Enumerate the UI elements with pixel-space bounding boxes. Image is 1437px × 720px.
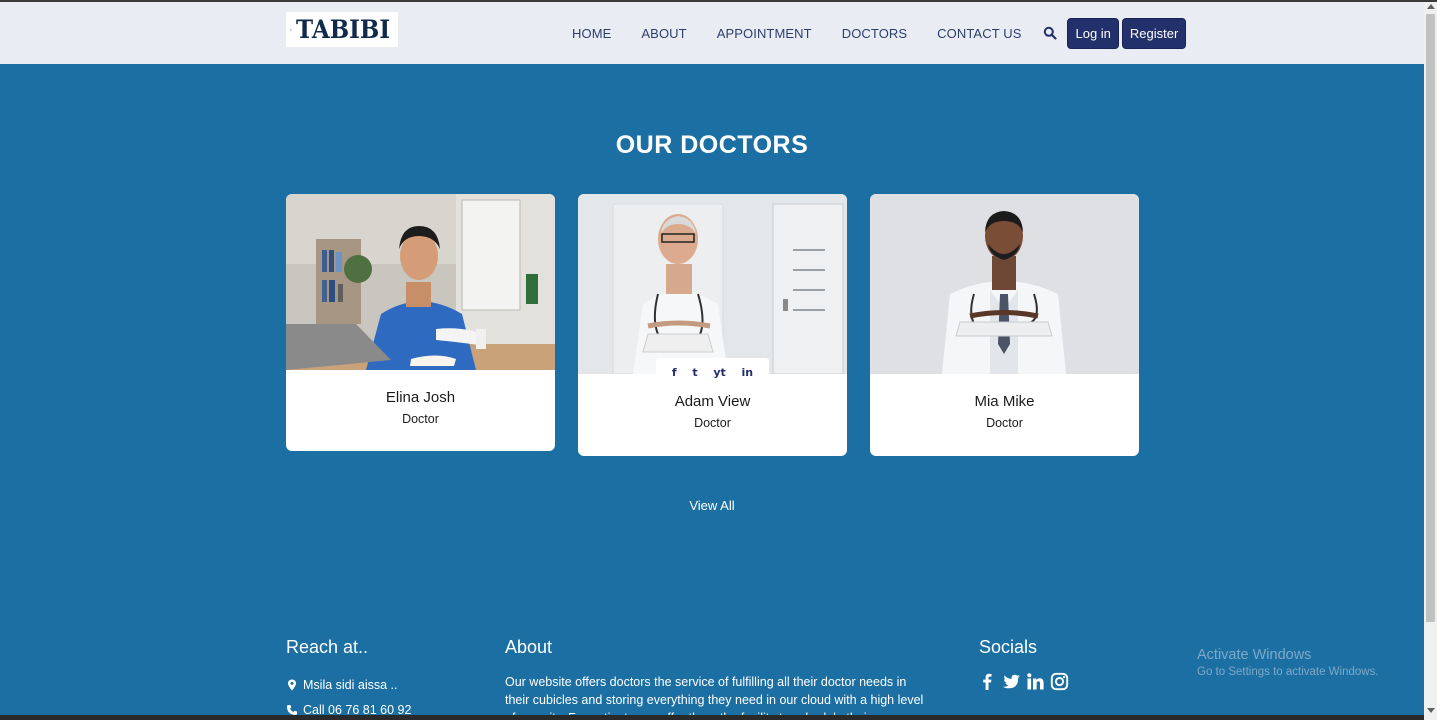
doctor-role: Doctor xyxy=(402,412,439,426)
stethoscope-icon xyxy=(290,28,292,31)
taskbar-edge xyxy=(0,715,1424,720)
watermark-line-1: Activate Windows xyxy=(1197,647,1312,663)
footer-reach-title: Reach at.. xyxy=(286,637,369,657)
nav-appointment[interactable]: APPOINTMENT xyxy=(717,26,812,41)
footer-social-icons xyxy=(978,672,1069,691)
footer-about-text: Our website offers doctors the service o… xyxy=(505,675,924,720)
view-all-link[interactable]: View All xyxy=(0,498,1424,513)
youtube-icon[interactable]: yt xyxy=(713,366,725,379)
doctor-photo xyxy=(870,194,1139,374)
instagram-icon[interactable] xyxy=(1050,672,1069,691)
vertical-scrollbar[interactable] xyxy=(1424,2,1437,720)
nav-home[interactable]: HOME xyxy=(572,26,611,41)
windows-activation-watermark: Activate Windows Go to Settings to activ… xyxy=(1197,647,1379,678)
watermark-line-2: Go to Settings to activate Windows. xyxy=(1197,666,1379,678)
footer-about-title: About xyxy=(505,637,553,657)
footer-address-text: Msila sidi aissa .. xyxy=(303,678,398,692)
nav-contact-us[interactable]: CONTACT US xyxy=(937,26,1021,41)
facebook-icon[interactable] xyxy=(978,672,997,691)
scroll-up-arrow-icon[interactable] xyxy=(1427,4,1435,9)
footer-socials-title: Socials xyxy=(979,637,1038,657)
doctor-card[interactable]: f t yt in Adam View Doctor xyxy=(578,194,847,456)
section-title: OUR DOCTORS xyxy=(615,131,809,159)
brand-logo[interactable]: TABIBI xyxy=(286,12,398,47)
doctor-name: Elina Josh xyxy=(385,389,456,406)
linkedin-icon[interactable] xyxy=(1026,672,1045,691)
doctor-role: Doctor xyxy=(694,416,731,430)
doctor-photo xyxy=(286,194,555,370)
doctor-card[interactable]: Elina Josh Doctor xyxy=(286,194,555,451)
site-header: TABIBI HOME ABOUT APPOINTMENT DOCTORS CO… xyxy=(0,2,1424,64)
nav-doctors[interactable]: DOCTORS xyxy=(842,26,907,41)
linkedin-icon[interactable]: in xyxy=(742,366,754,379)
doctor-name: Mia Mike xyxy=(974,393,1035,410)
doctor-card[interactable]: Mia Mike Doctor xyxy=(870,194,1139,456)
doctor-name: Adam View xyxy=(674,393,751,410)
nav-about[interactable]: ABOUT xyxy=(641,26,686,41)
login-button[interactable]: Log in xyxy=(1067,17,1119,49)
search-icon[interactable] xyxy=(1043,26,1058,40)
twitter-icon[interactable]: t xyxy=(692,366,697,379)
map-marker-icon xyxy=(288,679,296,691)
twitter-icon[interactable] xyxy=(1002,672,1021,691)
scrollbar-thumb[interactable] xyxy=(1426,14,1435,622)
footer-address: Msila sidi aissa .. xyxy=(286,678,397,692)
brand-name: TABIBI xyxy=(295,15,390,44)
main-nav: HOME ABOUT APPOINTMENT DOCTORS CONTACT U… xyxy=(558,17,1189,49)
register-button[interactable]: Register xyxy=(1121,17,1187,49)
facebook-icon[interactable]: f xyxy=(672,366,677,379)
doctor-social-links: f t yt in xyxy=(656,358,769,386)
doctor-photo xyxy=(578,194,847,374)
scroll-down-arrow-icon[interactable] xyxy=(1427,708,1435,713)
doctor-role: Doctor xyxy=(986,416,1023,430)
